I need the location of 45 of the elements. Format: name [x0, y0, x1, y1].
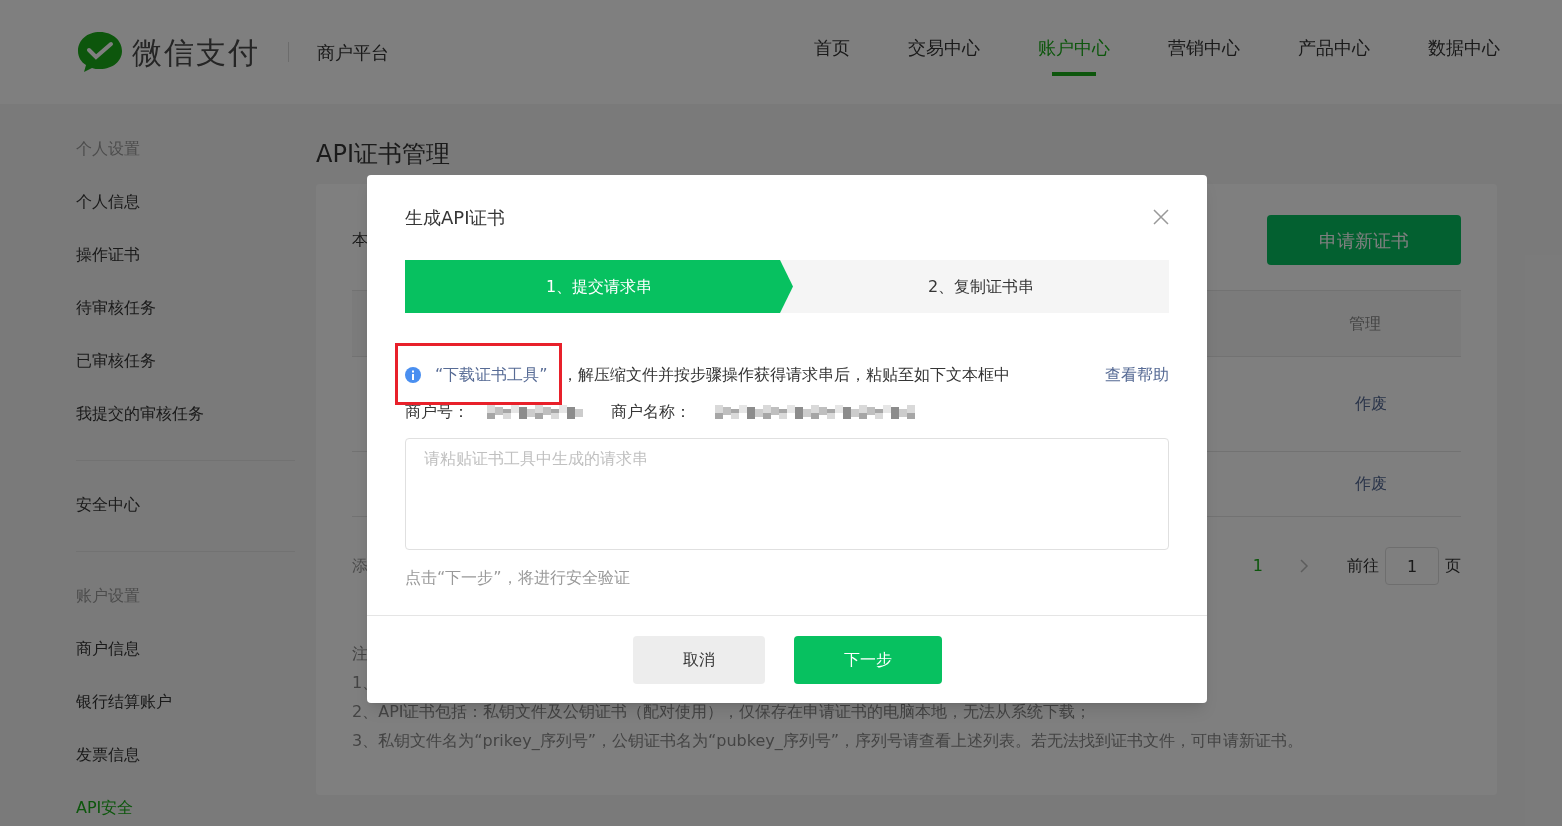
info-icon — [405, 367, 421, 383]
sidebar-item[interactable]: API安全 — [76, 795, 134, 820]
page-title: API证书管理 — [316, 139, 450, 170]
help-link[interactable]: 查看帮助 — [1105, 363, 1169, 387]
page-input[interactable]: 1 — [1385, 547, 1439, 585]
next-button[interactable]: 下一步 — [793, 636, 942, 684]
platform-name: 商户平台 — [317, 40, 389, 65]
sidebar-item[interactable]: 待审核任务 — [76, 295, 156, 320]
page-suffix: 页 — [1445, 555, 1461, 577]
hint-text: 点击“下一步”，将进行安全验证 — [405, 567, 630, 589]
active-underline — [1052, 72, 1096, 76]
nav-link[interactable]: 产品中心 — [1298, 0, 1370, 104]
merchant-name-label: 商户名称： — [611, 401, 691, 423]
intro-text: 本 — [352, 229, 368, 251]
merchant-id-label: 商户号： — [405, 401, 469, 423]
brand-name: 微信支付 — [132, 33, 260, 72]
close-icon[interactable] — [1153, 209, 1169, 225]
sidebar-item[interactable]: 安全中心 — [76, 492, 140, 517]
request-string-field[interactable]: 请粘贴证书工具中生成的请求串 — [405, 438, 1169, 550]
void-link[interactable]: 作废 — [1355, 472, 1387, 496]
step-tab[interactable]: 1、提交请求串 — [405, 260, 793, 313]
nav-link[interactable]: 账户中心 — [1038, 0, 1110, 104]
page-number[interactable]: 1 — [1252, 554, 1263, 578]
nav-link[interactable]: 首页 — [814, 0, 850, 104]
note-text: 注 — [352, 643, 368, 665]
sidebar-item[interactable]: 操作证书 — [76, 242, 140, 267]
nav-link[interactable]: 营销中心 — [1168, 0, 1240, 104]
note-text: 2、API证书包括：私钥文件及公钥证书（配对使用），仅保存在申请证书的电脑本地，无法从系统下载； — [352, 701, 1092, 723]
note-text: 1、 — [352, 672, 379, 694]
sidebar-item[interactable]: 我提交的审核任务 — [76, 401, 204, 426]
cancel-button[interactable]: 取消 — [632, 636, 765, 684]
logo-icon — [76, 30, 124, 74]
sidebar-item[interactable]: 商户信息 — [76, 636, 140, 661]
sidebar-item[interactable]: 已审核任务 — [76, 348, 156, 373]
instruction-text: ，解压缩文件并按步骤操作获得请求串后，粘贴至如下文本框中 — [561, 364, 1010, 386]
void-link[interactable]: 作废 — [1355, 392, 1387, 416]
download-tool-link[interactable]: “下载证书工具” — [435, 363, 548, 387]
dialog-title: 生成API证书 — [405, 205, 506, 230]
goto-label: 前往 — [1347, 555, 1379, 577]
next-page-icon[interactable] — [1299, 559, 1309, 573]
sidebar-item[interactable]: 银行结算账户 — [76, 689, 172, 714]
sidebar-item[interactable]: 个人信息 — [76, 189, 140, 214]
sidebar-item[interactable]: 发票信息 — [76, 742, 140, 767]
nav-link[interactable]: 交易中心 — [908, 0, 980, 104]
nav-link[interactable]: 数据中心 — [1428, 0, 1500, 104]
